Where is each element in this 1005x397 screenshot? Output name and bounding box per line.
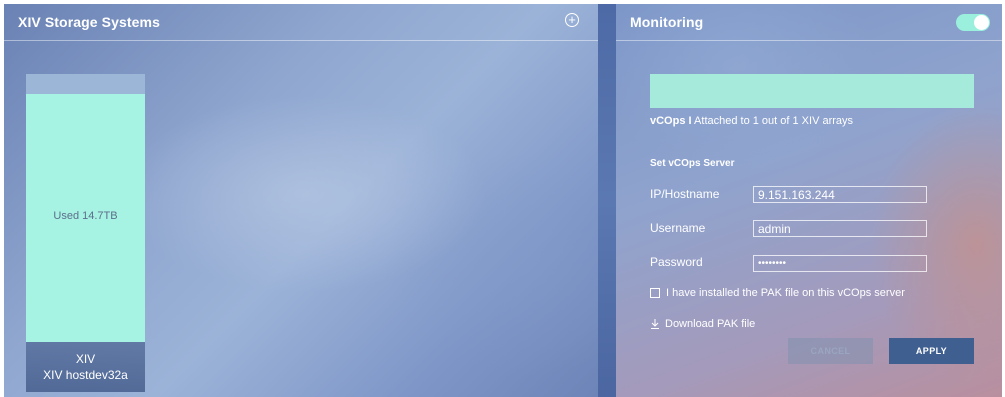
xiv-storage-panel: XIV Storage Systems + Used 14.7TB XIV XI…: [4, 4, 598, 397]
card-footer: XIV XIV hostdev32a: [26, 342, 145, 392]
storage-system-card[interactable]: Used 14.7TB XIV XIV hostdev32a: [26, 74, 145, 392]
apply-button[interactable]: APPLY: [889, 338, 974, 364]
attach-status-text: Attached to 1 out of 1 XIV arrays: [694, 115, 854, 127]
usage-bar: Used 14.7TB: [26, 74, 145, 342]
panel-title: XIV Storage Systems: [18, 14, 160, 30]
ip-hostname-input[interactable]: [753, 186, 927, 203]
download-arrow-icon: [651, 319, 659, 329]
pak-installed-checkbox-row[interactable]: I have installed the PAK file on this vC…: [650, 287, 905, 299]
vcops-status: vCOps I Attached to 1 out of 1 XIV array…: [650, 115, 853, 127]
password-label: Password: [650, 255, 703, 269]
checkbox-label: I have installed the PAK file on this vC…: [666, 287, 905, 299]
monitoring-toggle[interactable]: [956, 14, 990, 31]
panel-title: Monitoring: [630, 14, 704, 30]
username-input[interactable]: [753, 220, 927, 237]
download-pak-link[interactable]: Download PAK file: [650, 318, 755, 330]
cancel-button[interactable]: CANCEL: [788, 338, 873, 364]
add-system-button[interactable]: +: [565, 13, 579, 27]
status-separator: I: [688, 115, 692, 127]
panel-divider: [598, 4, 616, 397]
used-capacity-label: Used 14.7TB: [53, 210, 118, 222]
ip-label: IP/Hostname: [650, 187, 720, 201]
section-title: Set vCOps Server: [650, 158, 735, 169]
status-banner: [650, 74, 974, 108]
monitoring-panel: Monitoring vCOps I Attached to 1 out of …: [616, 4, 1002, 397]
panel-header: XIV Storage Systems +: [4, 4, 598, 41]
vcops-product: vCOps: [650, 115, 686, 127]
download-label: Download PAK file: [665, 318, 756, 330]
toggle-knob: [974, 15, 989, 30]
username-label: Username: [650, 221, 706, 235]
system-name: XIV hostdev32a: [43, 368, 128, 382]
system-type: XIV: [75, 352, 96, 366]
password-input[interactable]: ••••••••: [753, 255, 927, 272]
pak-installed-checkbox[interactable]: [650, 288, 660, 298]
panel-header: Monitoring: [616, 4, 1002, 41]
plus-circle-icon: +: [568, 12, 576, 27]
